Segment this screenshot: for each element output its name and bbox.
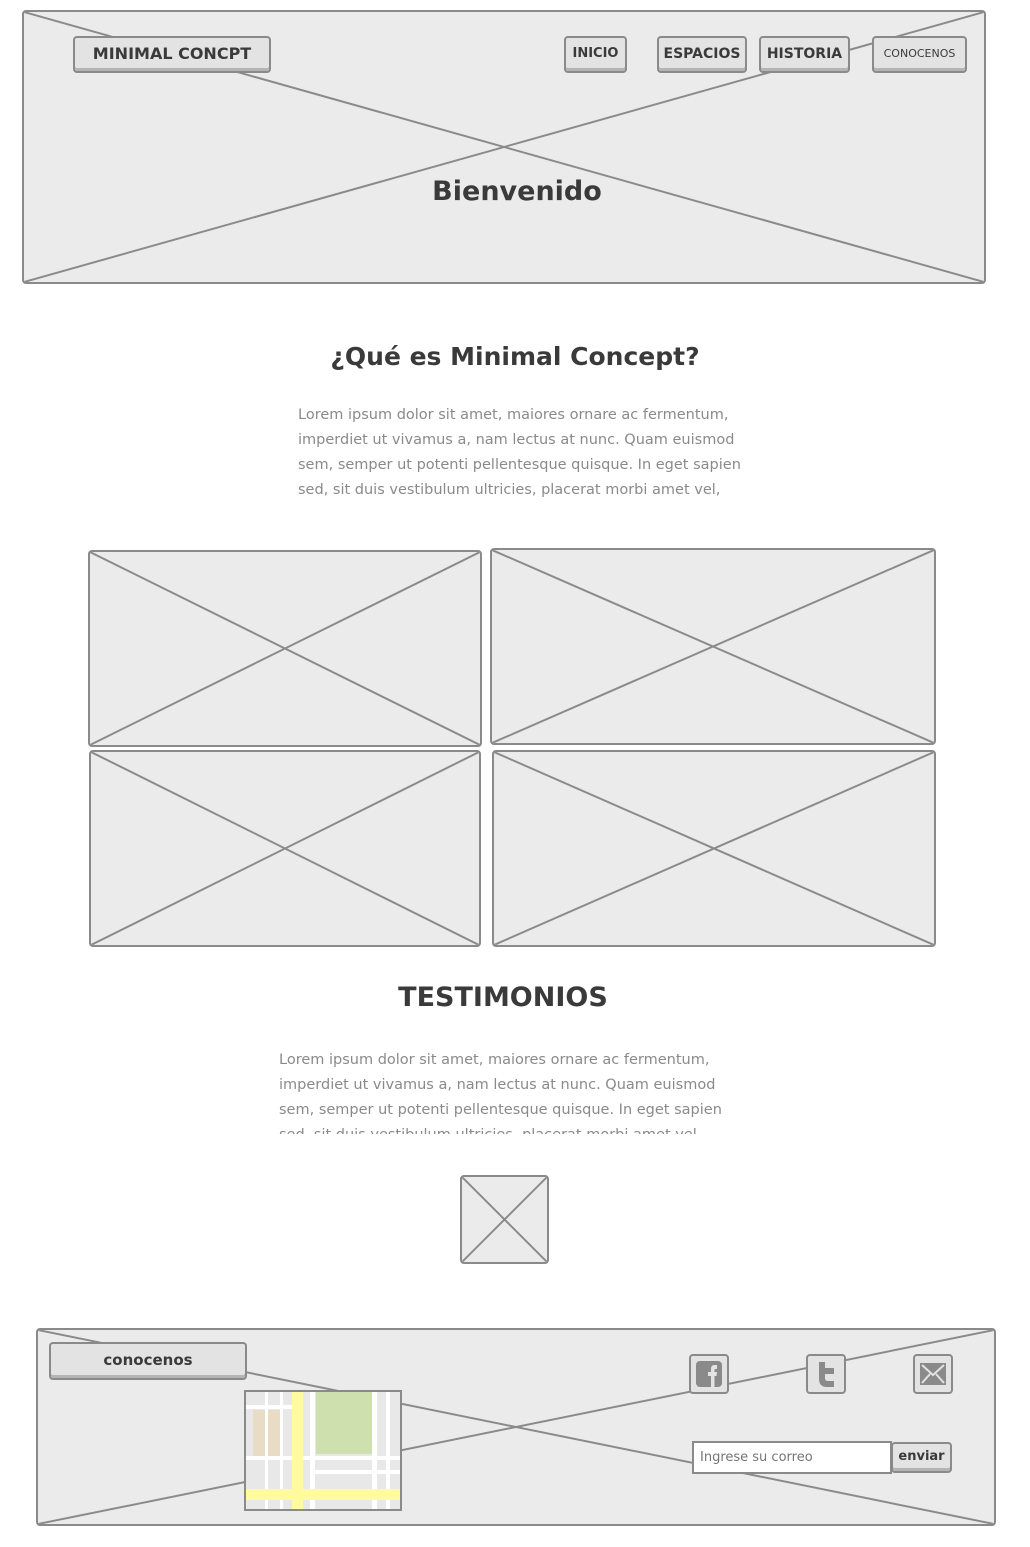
mail-icon[interactable] (913, 1354, 953, 1394)
nav-item-conocenos[interactable]: CONOCENOS (872, 36, 967, 73)
twitter-icon[interactable] (806, 1354, 846, 1394)
gallery-image-1 (88, 550, 482, 747)
about-title: ¿Qué es Minimal Concept? (330, 342, 700, 371)
location-map[interactable] (244, 1390, 402, 1511)
map-graphic (246, 1392, 400, 1509)
nav-item-espacios[interactable]: ESPACIOS (657, 36, 747, 73)
hero-title: Bienvenido (432, 176, 602, 207)
testimonial-avatar (460, 1175, 549, 1264)
testimonials-title: TESTIMONIOS (398, 982, 608, 1013)
image-placeholder-icon (91, 752, 479, 945)
nav-item-historia[interactable]: HISTORIA (759, 36, 850, 73)
facebook-icon[interactable] (689, 1354, 729, 1394)
testimonials-text: Lorem ipsum dolor sit amet, maiores orna… (279, 1052, 722, 1134)
gallery-image-4 (492, 750, 936, 947)
image-placeholder-icon (494, 752, 934, 945)
image-placeholder-icon (492, 550, 934, 743)
nav-item-inicio[interactable]: INICIO (564, 36, 627, 73)
email-input[interactable] (692, 1441, 892, 1474)
about-text: Lorem ipsum dolor sit amet, maiores orna… (298, 407, 741, 498)
gallery-image-2 (490, 548, 936, 745)
send-button[interactable]: enviar (891, 1442, 952, 1473)
image-placeholder-icon (462, 1177, 547, 1262)
logo-button[interactable]: MINIMAL CONCPT (73, 36, 271, 73)
image-placeholder-icon (90, 552, 480, 745)
gallery-image-3 (89, 750, 481, 947)
conocenos-button[interactable]: conocenos (49, 1342, 247, 1380)
